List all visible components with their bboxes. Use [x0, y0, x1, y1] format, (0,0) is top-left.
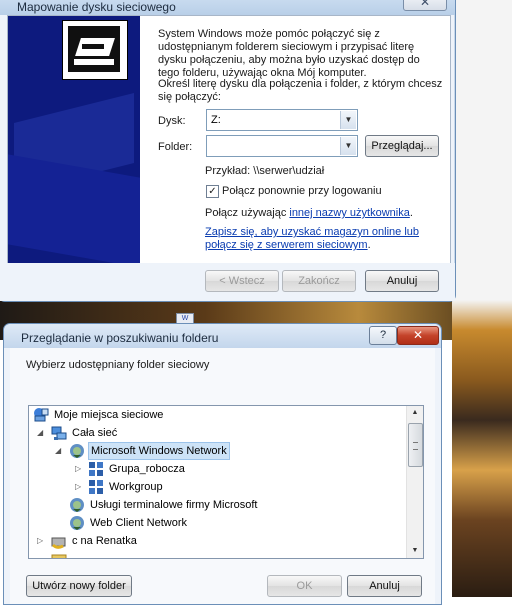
close-button[interactable]: ✕	[403, 0, 447, 11]
dropdown-arrow-icon[interactable]: ▼	[340, 111, 356, 129]
example-text: Przykład: \\serwer\udział	[205, 165, 325, 177]
map-network-drive-window: Mapowanie dysku sieciowego ✕ System Wind…	[0, 0, 456, 302]
shared-drive-icon	[51, 533, 67, 549]
window-titlebar[interactable]: Przeglądanie w poszukiwaniu folderu ? ✕	[4, 324, 441, 348]
cancel-button[interactable]: Anuluj	[347, 575, 422, 597]
tree-item-label: Web Client Network	[90, 517, 187, 529]
window-title: Przeglądanie w poszukiwaniu folderu	[21, 331, 219, 345]
tree-item[interactable]: Moje miejsca sieciowe	[29, 406, 405, 424]
intro-text: System Windows może pomóc połączyć się z…	[158, 28, 420, 79]
instruction-text: Określ literę dysku dla połączenia i fol…	[158, 78, 443, 103]
ok-button[interactable]: OK	[267, 575, 342, 597]
expand-arrow-icon[interactable]: ▷	[75, 460, 84, 478]
entire-network-icon	[51, 425, 67, 441]
online-storage-link[interactable]: Zapisz się, aby uzyskać magazyn online l…	[205, 226, 419, 238]
tree-item-label: Moje miejsca sieciowe	[54, 409, 164, 421]
tree-item-label: Usługi terminalowe firmy Microsoft	[90, 499, 258, 511]
browse-folder-window: Przeglądanie w poszukiwaniu folderu ? ✕ …	[3, 323, 442, 605]
reconnect-checkbox[interactable]: ✓	[206, 185, 219, 198]
connect-as-suffix: .	[409, 207, 413, 219]
new-folder-button[interactable]: Utwórz nowy folder	[26, 575, 132, 597]
workgroup-icon	[88, 461, 104, 477]
network-drive-icon	[62, 20, 128, 80]
tree-item[interactable]: Usługi terminalowe firmy Microsoft	[29, 496, 405, 514]
close-icon: ✕	[412, 328, 424, 342]
storage-suffix: .	[367, 239, 371, 251]
folder-icon	[51, 551, 67, 558]
tree-item[interactable]: ▷ c na Renatka	[29, 532, 405, 550]
network-places-icon	[33, 407, 49, 423]
tree-item-label: Cała sieć	[72, 427, 118, 439]
connect-as-prefix: Połącz używając	[205, 207, 290, 219]
close-button[interactable]: ✕	[397, 326, 439, 345]
network-server-link[interactable]: połącz się z serwerem sieciowym	[205, 239, 368, 251]
tree-item-partial[interactable]	[29, 550, 405, 558]
storage-link-block: Zapisz się, aby uzyskać magazyn online l…	[205, 226, 419, 252]
wizard-footer: < Wstecz Zakończ Anuluj	[0, 263, 455, 301]
terminal-services-icon	[69, 497, 85, 513]
back-button[interactable]: < Wstecz	[205, 270, 279, 292]
tree-item[interactable]: Web Client Network	[29, 514, 405, 532]
other-username-link[interactable]: innej nazwy użytkownika	[289, 207, 409, 219]
window-titlebar[interactable]: Mapowanie dysku sieciowego ✕	[0, 0, 455, 15]
tree-item-label: c na Renatka	[72, 535, 137, 547]
collapse-arrow-icon[interactable]: ◢	[37, 424, 46, 442]
tree-item[interactable]: ▷ Grupa_robocza	[29, 460, 405, 478]
scroll-thumb[interactable]	[408, 423, 423, 467]
tree-item-label: Workgroup	[109, 481, 163, 493]
tree-item[interactable]: ◢ Cała sieć	[29, 424, 405, 442]
windows-network-icon	[69, 443, 85, 459]
tree-scrollbar[interactable]: ▲ ▼	[406, 406, 423, 558]
connect-as-line: Połącz używając innej nazwy użytkownika.	[205, 207, 413, 219]
collapse-arrow-icon[interactable]: ◢	[55, 442, 64, 460]
browse-button[interactable]: Przeglądaj...	[365, 135, 439, 157]
close-icon: ✕	[419, 0, 431, 9]
drive-label: Dysk:	[158, 115, 186, 127]
expand-arrow-icon[interactable]: ▷	[75, 478, 84, 496]
tree-item[interactable]: ▷ Workgroup	[29, 478, 405, 496]
folder-input[interactable]: ▼	[206, 135, 358, 157]
scroll-down-arrow-icon[interactable]: ▼	[407, 544, 423, 558]
folder-tree[interactable]: Moje miejsca sieciowe ◢ Cała sieć ◢ Micr…	[28, 405, 424, 559]
tree-item-label: Microsoft Windows Network	[88, 442, 230, 460]
help-icon: ?	[379, 329, 387, 341]
workgroup-icon	[88, 479, 104, 495]
wizard-side-panel	[8, 16, 140, 264]
web-client-icon	[69, 515, 85, 531]
drive-value: Z:	[211, 114, 221, 126]
cancel-button[interactable]: Anuluj	[365, 270, 439, 292]
scroll-up-arrow-icon[interactable]: ▲	[407, 406, 423, 420]
prompt-text: Wybierz udostępniany folder sieciowy	[26, 359, 210, 371]
finish-button[interactable]: Zakończ	[282, 270, 356, 292]
drive-select[interactable]: Z: ▼	[206, 109, 358, 131]
tree-item-label: Grupa_robocza	[109, 463, 185, 475]
window-title: Mapowanie dysku sieciowego	[17, 0, 176, 14]
tree-item-selected[interactable]: ◢ Microsoft Windows Network	[29, 442, 405, 460]
expand-arrow-icon[interactable]: ▷	[37, 532, 46, 550]
folder-label: Folder:	[158, 141, 193, 153]
checkmark-icon: ✓	[208, 186, 217, 197]
reconnect-label: Połącz ponownie przy logowaniu	[222, 185, 382, 197]
wizard-body: System Windows może pomóc połączyć się z…	[7, 15, 451, 265]
dropdown-arrow-icon[interactable]: ▼	[340, 137, 356, 155]
help-button[interactable]: ?	[369, 326, 397, 345]
desktop-wallpaper	[452, 0, 512, 597]
